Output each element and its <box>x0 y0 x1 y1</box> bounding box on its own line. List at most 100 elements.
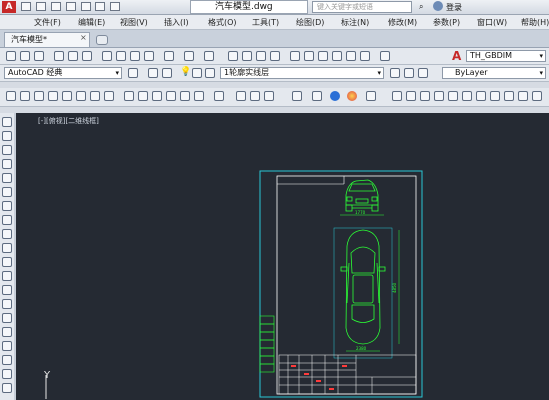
gradient-icon[interactable] <box>2 327 12 337</box>
menu-file[interactable]: 文件(F) <box>34 17 61 28</box>
circle-icon[interactable] <box>2 201 12 211</box>
tab-drawing[interactable]: 汽车模型* <box>4 32 90 47</box>
center-mark-icon[interactable] <box>214 91 224 101</box>
sweep-icon[interactable] <box>532 91 542 101</box>
pyramid-icon[interactable] <box>476 91 486 101</box>
dim-space-icon[interactable] <box>166 91 176 101</box>
layer-previous-icon[interactable] <box>404 68 414 78</box>
layer-properties-icon[interactable] <box>148 68 158 78</box>
save-as-icon[interactable] <box>65 2 76 11</box>
menu-modify[interactable]: 修改(M) <box>388 17 417 28</box>
open-icon[interactable] <box>20 51 30 61</box>
extrude-icon[interactable] <box>504 91 514 101</box>
lightbulb-icon[interactable]: 💡 <box>180 67 191 77</box>
dim-angular-icon[interactable] <box>104 91 114 101</box>
publish-icon[interactable] <box>82 51 92 61</box>
planar-surface-icon[interactable] <box>490 91 500 101</box>
sheet-set-icon[interactable] <box>332 51 342 61</box>
redo-icon[interactable] <box>110 2 121 11</box>
table-icon[interactable] <box>2 355 12 365</box>
pan-icon[interactable] <box>228 51 238 61</box>
dim-continue-icon[interactable] <box>152 91 162 101</box>
zoom-previous-icon[interactable] <box>270 51 280 61</box>
properties-icon[interactable] <box>290 51 300 61</box>
workspace-dropdown[interactable]: AutoCAD 经典 ▾ <box>4 67 122 79</box>
sphere-icon[interactable] <box>406 91 416 101</box>
tolerance-icon[interactable] <box>194 91 204 101</box>
help-icon[interactable] <box>380 51 390 61</box>
menu-view[interactable]: 视图(V) <box>120 17 148 28</box>
viewport-controls[interactable]: [-][俯视][二维线框] <box>38 116 99 126</box>
markup-icon[interactable] <box>346 51 356 61</box>
dim-text-edit-icon[interactable] <box>250 91 260 101</box>
dim-aligned-icon[interactable] <box>20 91 30 101</box>
dim-radius-icon[interactable] <box>62 91 72 101</box>
drawing-canvas[interactable]: 1770 4850 2380 <box>16 113 549 400</box>
polyline-icon[interactable] <box>2 145 12 155</box>
dim-update-icon[interactable] <box>264 91 274 101</box>
menu-dimension[interactable]: 标注(N) <box>341 17 369 28</box>
workspace-settings-icon[interactable] <box>128 68 138 78</box>
lights-icon[interactable] <box>366 91 376 101</box>
region-icon[interactable] <box>2 341 12 351</box>
cone-icon[interactable] <box>434 91 444 101</box>
box-icon[interactable] <box>392 91 402 101</box>
dim-break-icon[interactable] <box>180 91 190 101</box>
print-icon[interactable] <box>80 2 91 11</box>
render-icon[interactable] <box>312 91 322 101</box>
open-file-icon[interactable] <box>35 2 46 11</box>
save-icon[interactable] <box>50 2 61 11</box>
rectangle-icon[interactable] <box>2 173 12 183</box>
dim-jogged-icon[interactable] <box>76 91 86 101</box>
copy-icon[interactable] <box>116 51 126 61</box>
new-file-icon[interactable] <box>21 2 31 11</box>
save-icon[interactable] <box>34 51 44 61</box>
search-input[interactable]: 键入关键字或短语 <box>312 1 412 13</box>
match-properties-icon[interactable] <box>144 51 154 61</box>
zoom-realtime-icon[interactable] <box>242 51 252 61</box>
hide-icon[interactable] <box>292 91 302 101</box>
revision-cloud-icon[interactable] <box>2 215 12 225</box>
dimstyle-dropdown[interactable]: TH_GBDIM ▾ <box>466 50 546 62</box>
menu-insert[interactable]: 插入(I) <box>164 17 189 28</box>
construction-line-icon[interactable] <box>2 131 12 141</box>
render-sphere-icon[interactable] <box>347 91 357 101</box>
preview-icon[interactable] <box>68 51 78 61</box>
dim-ordinate-icon[interactable] <box>48 91 58 101</box>
print-icon[interactable] <box>54 51 64 61</box>
sun-icon[interactable] <box>192 68 202 78</box>
cylinder-icon[interactable] <box>420 91 430 101</box>
undo-icon[interactable] <box>184 51 194 61</box>
block-editor-icon[interactable] <box>164 51 174 61</box>
dim-linear-icon[interactable] <box>6 91 16 101</box>
close-tab-icon[interactable]: × <box>80 33 87 42</box>
paste-icon[interactable] <box>130 51 140 61</box>
tool-palettes-icon[interactable] <box>318 51 328 61</box>
layer-dropdown[interactable]: 1轮廓实线层 ▾ <box>220 67 384 79</box>
make-block-icon[interactable] <box>2 285 12 295</box>
arc-icon[interactable] <box>2 187 12 197</box>
wedge-icon[interactable] <box>448 91 458 101</box>
line-icon[interactable] <box>2 117 12 127</box>
menu-format[interactable]: 格式(O) <box>208 17 237 28</box>
new-tab-icon[interactable] <box>96 35 108 45</box>
ellipse-arc-icon[interactable] <box>2 257 12 267</box>
layer-state-icon[interactable] <box>162 68 172 78</box>
dim-baseline-icon[interactable] <box>138 91 148 101</box>
mtext-icon[interactable] <box>2 369 12 379</box>
menu-draw[interactable]: 绘图(D) <box>296 17 324 28</box>
hatch-icon[interactable] <box>2 313 12 323</box>
revolve-icon[interactable] <box>518 91 528 101</box>
search-icon[interactable]: ⌕ <box>419 2 423 12</box>
zoom-window-icon[interactable] <box>256 51 266 61</box>
point-icon[interactable] <box>2 299 12 309</box>
redo-icon[interactable] <box>204 51 214 61</box>
layer-walk-icon[interactable] <box>418 68 428 78</box>
ellipse-icon[interactable] <box>2 243 12 253</box>
add-selected-icon[interactable] <box>2 383 12 393</box>
app-logo-icon[interactable]: A <box>2 1 16 13</box>
polygon-icon[interactable] <box>2 159 12 169</box>
make-current-icon[interactable] <box>390 68 400 78</box>
menu-parameter[interactable]: 参数(P) <box>433 17 460 28</box>
menu-tools[interactable]: 工具(T) <box>252 17 279 28</box>
